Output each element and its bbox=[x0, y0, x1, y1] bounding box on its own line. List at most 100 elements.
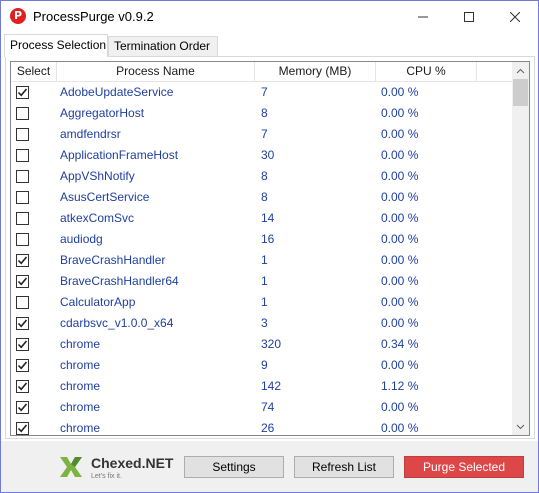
tab-panel: Select Process Name Memory (MB) CPU % Ad… bbox=[5, 56, 535, 439]
minimize-button[interactable] bbox=[400, 1, 446, 32]
process-name-cell: atkexComSvc bbox=[60, 211, 135, 225]
scroll-thumb[interactable] bbox=[513, 79, 528, 106]
scroll-down-button[interactable] bbox=[512, 418, 529, 435]
tab-process-selection[interactable]: Process Selection bbox=[4, 34, 108, 57]
row-checkbox[interactable] bbox=[16, 86, 29, 99]
row-checkbox[interactable] bbox=[16, 338, 29, 351]
process-name-cell: chrome bbox=[60, 358, 101, 372]
memory-cell: 1 bbox=[261, 253, 268, 267]
table-row[interactable]: amdfendrsr 7 0.00 % bbox=[11, 125, 513, 146]
row-checkbox[interactable] bbox=[16, 380, 29, 393]
footer-bar: Chexed.NET Let's fix it. Settings Refres… bbox=[1, 441, 538, 492]
table-row[interactable]: BraveCrashHandler64 1 0.00 % bbox=[11, 272, 513, 293]
memory-cell: 8 bbox=[261, 169, 268, 183]
row-checkbox[interactable] bbox=[16, 107, 29, 120]
cpu-cell: 0.34 % bbox=[381, 337, 419, 351]
cpu-cell: 0.00 % bbox=[381, 211, 419, 225]
tab-termination-order[interactable]: Termination Order bbox=[108, 36, 218, 56]
row-checkbox[interactable] bbox=[16, 233, 29, 246]
close-button[interactable] bbox=[492, 1, 538, 32]
scroll-up-button[interactable] bbox=[512, 62, 529, 79]
memory-cell: 8 bbox=[261, 190, 268, 204]
checkmark-icon bbox=[17, 382, 28, 391]
table-row[interactable]: chrome 26 0.00 % bbox=[11, 419, 513, 435]
process-name-cell: chrome bbox=[60, 379, 101, 393]
checkmark-icon bbox=[17, 424, 28, 433]
row-checkbox[interactable] bbox=[16, 317, 29, 330]
memory-cell: 9 bbox=[261, 358, 268, 372]
table-row[interactable]: AggregatorHost 8 0.00 % bbox=[11, 104, 513, 125]
memory-cell: 1 bbox=[261, 274, 268, 288]
row-checkbox[interactable] bbox=[16, 275, 29, 288]
vertical-scrollbar[interactable] bbox=[512, 62, 529, 435]
settings-button[interactable]: Settings bbox=[184, 456, 284, 478]
table-row[interactable]: chrome 320 0.34 % bbox=[11, 335, 513, 356]
table-row[interactable]: chrome 142 1.12 % bbox=[11, 377, 513, 398]
cpu-cell: 0.00 % bbox=[381, 316, 419, 330]
column-header-select[interactable]: Select bbox=[11, 62, 57, 82]
row-checkbox[interactable] bbox=[16, 254, 29, 267]
row-checkbox[interactable] bbox=[16, 191, 29, 204]
process-name-cell: cdarbsvc_v1.0.0_x64 bbox=[60, 316, 174, 330]
row-checkbox[interactable] bbox=[16, 170, 29, 183]
memory-cell: 320 bbox=[261, 337, 282, 351]
process-name-cell: AppVShNotify bbox=[60, 169, 135, 183]
memory-cell: 1 bbox=[261, 295, 268, 309]
minimize-icon bbox=[418, 16, 428, 17]
table-row[interactable]: AsusCertService 8 0.00 % bbox=[11, 188, 513, 209]
memory-cell: 142 bbox=[261, 379, 282, 393]
cpu-cell: 0.00 % bbox=[381, 295, 419, 309]
memory-cell: 30 bbox=[261, 148, 275, 162]
memory-cell: 7 bbox=[261, 85, 268, 99]
process-name-cell: chrome bbox=[60, 421, 101, 435]
row-checkbox[interactable] bbox=[16, 359, 29, 372]
process-name-cell: chrome bbox=[60, 400, 101, 414]
cpu-cell: 1.12 % bbox=[381, 379, 419, 393]
process-name-cell: AggregatorHost bbox=[60, 106, 145, 120]
process-name-cell: ApplicationFrameHost bbox=[60, 148, 179, 162]
row-checkbox[interactable] bbox=[16, 296, 29, 309]
memory-cell: 7 bbox=[261, 127, 268, 141]
purge-selected-button[interactable]: Purge Selected bbox=[404, 456, 524, 478]
checkmark-icon bbox=[17, 361, 28, 370]
column-header-memory[interactable]: Memory (MB) bbox=[255, 62, 376, 82]
memory-cell: 74 bbox=[261, 400, 275, 414]
process-name-cell: audiodg bbox=[60, 232, 103, 246]
table-row[interactable]: chrome 9 0.00 % bbox=[11, 356, 513, 377]
cpu-cell: 0.00 % bbox=[381, 421, 419, 435]
column-header-process-name[interactable]: Process Name bbox=[57, 62, 255, 82]
cpu-cell: 0.00 % bbox=[381, 190, 419, 204]
list-header: Select Process Name Memory (MB) CPU % bbox=[11, 62, 513, 82]
chevron-down-icon bbox=[516, 424, 525, 429]
close-icon bbox=[510, 11, 520, 22]
process-name-cell: CalculatorApp bbox=[60, 295, 136, 309]
chexed-x-icon bbox=[60, 457, 82, 477]
chevron-up-icon bbox=[516, 68, 525, 73]
cpu-cell: 0.00 % bbox=[381, 85, 419, 99]
table-row[interactable]: CalculatorApp 1 0.00 % bbox=[11, 293, 513, 314]
memory-cell: 3 bbox=[261, 316, 268, 330]
cpu-cell: 0.00 % bbox=[381, 127, 419, 141]
column-header-cpu[interactable]: CPU % bbox=[376, 62, 477, 82]
table-row[interactable]: audiodg 16 0.00 % bbox=[11, 230, 513, 251]
app-window: P ProcessPurge v0.9.2 Process Selection … bbox=[0, 0, 539, 493]
table-row[interactable]: AdobeUpdateService 7 0.00 % bbox=[11, 83, 513, 104]
refresh-list-button[interactable]: Refresh List bbox=[294, 456, 394, 478]
row-checkbox[interactable] bbox=[16, 401, 29, 414]
maximize-button[interactable] bbox=[446, 1, 492, 32]
table-row[interactable]: cdarbsvc_v1.0.0_x64 3 0.00 % bbox=[11, 314, 513, 335]
process-list[interactable]: Select Process Name Memory (MB) CPU % Ad… bbox=[10, 61, 530, 436]
table-row[interactable]: atkexComSvc 14 0.00 % bbox=[11, 209, 513, 230]
row-checkbox[interactable] bbox=[16, 212, 29, 225]
row-checkbox[interactable] bbox=[16, 149, 29, 162]
title-bar[interactable]: P ProcessPurge v0.9.2 bbox=[1, 1, 538, 32]
table-row[interactable]: ApplicationFrameHost 30 0.00 % bbox=[11, 146, 513, 167]
table-row[interactable]: AppVShNotify 8 0.00 % bbox=[11, 167, 513, 188]
table-row[interactable]: BraveCrashHandler 1 0.00 % bbox=[11, 251, 513, 272]
row-checkbox[interactable] bbox=[16, 422, 29, 435]
table-row[interactable]: chrome 74 0.00 % bbox=[11, 398, 513, 419]
row-checkbox[interactable] bbox=[16, 128, 29, 141]
cpu-cell: 0.00 % bbox=[381, 400, 419, 414]
cpu-cell: 0.00 % bbox=[381, 232, 419, 246]
checkmark-icon bbox=[17, 340, 28, 349]
